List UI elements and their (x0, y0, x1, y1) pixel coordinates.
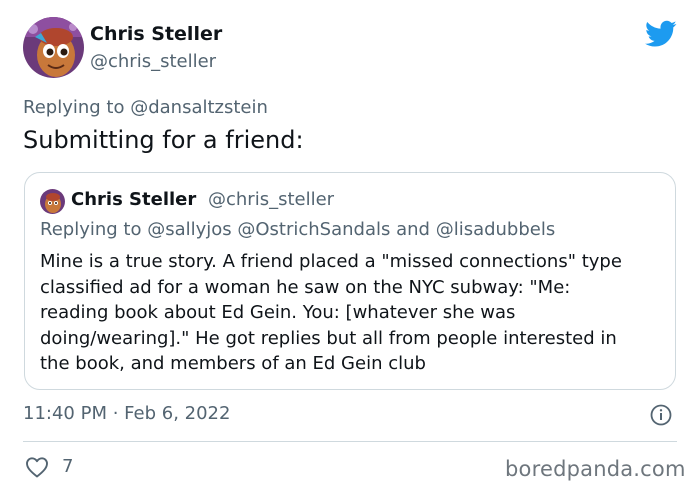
like-count: 7 (62, 456, 74, 477)
quoted-text-line: the book, and members of an Ed Gein club (40, 353, 426, 374)
quoted-display-name: Chris Steller (71, 189, 197, 210)
quoted-replying-to: Replying to @sallyjos @OstrichSandals an… (40, 219, 556, 240)
quoted-text-line: reading book about Ed Gein. You: [whatev… (40, 302, 516, 323)
watermark: boredpanda.com (505, 457, 686, 481)
replying-to[interactable]: Replying to @dansaltzstein (23, 97, 268, 118)
quoted-text-line: classified ad for a woman he saw on the … (40, 276, 571, 298)
author-display-name[interactable]: Chris Steller (90, 23, 222, 45)
author-handle[interactable]: @chris_steller (90, 51, 216, 72)
divider (23, 441, 677, 442)
info-icon[interactable] (650, 404, 672, 426)
heart-icon[interactable] (25, 456, 49, 478)
quoted-handle: @chris_steller (208, 189, 335, 210)
tweet-text: Submitting for a friend: (23, 126, 304, 154)
quoted-text-line: doing/wearing]." He got replies but all … (40, 327, 617, 349)
quoted-text-line: Mine is a true story. A friend placed a … (40, 251, 622, 272)
quoted-tweet[interactable]: Chris Steller @chris_steller Replying to… (24, 172, 676, 390)
tweet-card: Chris Steller @chris_steller Replying to… (0, 0, 700, 494)
avatar[interactable] (23, 17, 84, 78)
quoted-tweet-text: Mine is a true story. A friend placed a … (40, 249, 666, 377)
twitter-bird-icon[interactable] (645, 20, 677, 48)
tweet-timestamp[interactable]: 11:40 PM · Feb 6, 2022 (23, 403, 230, 424)
quoted-avatar[interactable] (40, 189, 65, 214)
